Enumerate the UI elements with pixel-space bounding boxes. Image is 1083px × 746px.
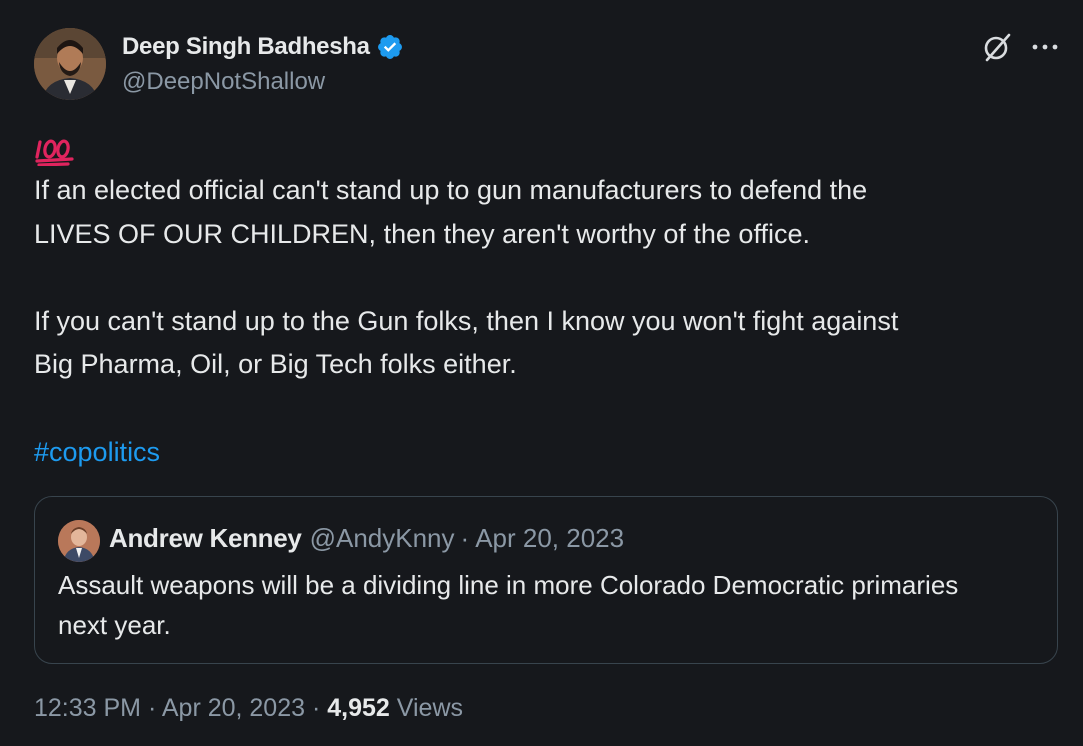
author-display-name[interactable]: Deep Singh Badhesha bbox=[122, 33, 370, 61]
quoted-display-name[interactable]: Andrew Kenney bbox=[109, 523, 302, 554]
quoted-author-avatar[interactable] bbox=[58, 520, 100, 562]
quoted-tweet[interactable]: Andrew Kenney @AndyKnny · Apr 20, 2023 A… bbox=[34, 496, 1058, 664]
tweet-time[interactable]: 12:33 PM bbox=[34, 694, 141, 722]
quoted-text-line: Assault weapons will be a dividing line … bbox=[58, 570, 959, 600]
separator-dot: · bbox=[460, 523, 470, 553]
tweet-date[interactable]: Apr 20, 2023 bbox=[162, 694, 305, 722]
quoted-text: Assault weapons will be a dividing line … bbox=[58, 565, 958, 645]
quoted-text-line: next year. bbox=[58, 610, 171, 640]
views-label: Views bbox=[389, 694, 463, 722]
more-icon[interactable] bbox=[1028, 32, 1062, 62]
verified-badge-icon[interactable] bbox=[376, 33, 404, 61]
hashtag-link[interactable]: #copolitics bbox=[34, 431, 160, 474]
author-name-row[interactable]: Deep Singh Badhesha bbox=[122, 30, 404, 64]
tweet-text-line: If you can't stand up to the Gun folks, … bbox=[34, 306, 899, 336]
quoted-date[interactable]: Apr 20, 2023 bbox=[475, 523, 624, 554]
author-avatar[interactable] bbox=[34, 28, 106, 100]
quoted-header: Andrew Kenney @AndyKnny · Apr 20, 2023 bbox=[109, 523, 624, 554]
tweet-meta: 12:33 PM · Apr 20, 2023 · 4,952 Views bbox=[34, 694, 463, 723]
separator-dot: · bbox=[141, 694, 162, 722]
separator-dot: · bbox=[305, 694, 328, 722]
grok-icon[interactable] bbox=[980, 30, 1014, 64]
author-handle[interactable]: @DeepNotShallow bbox=[122, 68, 325, 96]
views-count[interactable]: 4,952 bbox=[327, 694, 390, 722]
tweet-text-line: Big Pharma, Oil, or Big Tech folks eithe… bbox=[34, 349, 517, 379]
tweet-text-line: If an elected official can't stand up to… bbox=[34, 175, 868, 205]
tweet-card: Deep Singh Badhesha @DeepNotShallow If a… bbox=[0, 0, 1083, 746]
tweet-text-line: LIVES OF OUR CHILDREN, then they aren't … bbox=[34, 219, 810, 249]
quoted-handle[interactable]: @AndyKnny bbox=[310, 523, 455, 554]
hundred-points-emoji-icon bbox=[34, 136, 76, 167]
